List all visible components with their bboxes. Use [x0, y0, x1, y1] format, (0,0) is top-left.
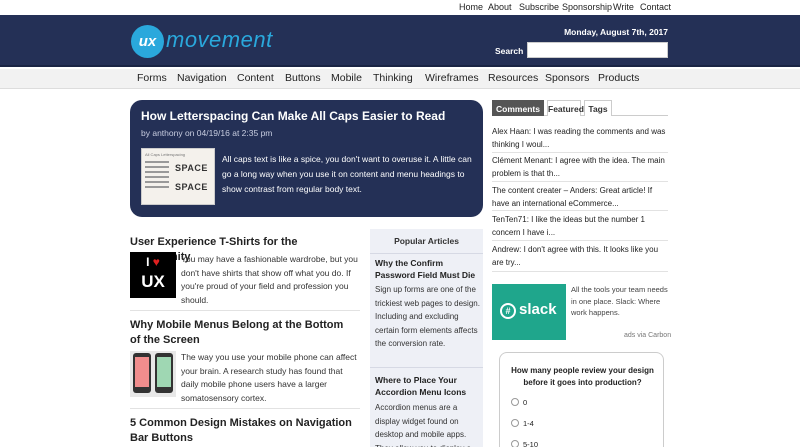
poll-option-label[interactable]: 5-10 [523, 440, 538, 447]
nav-item-content[interactable]: Content [237, 72, 274, 84]
tshirt-thumbnail[interactable]: I ♥ UX [130, 252, 176, 298]
tab-comments[interactable]: Comments [492, 100, 544, 116]
slack-ad-image[interactable]: # slack [492, 284, 566, 340]
comment-item[interactable]: The content creater – Anders: Great arti… [492, 185, 670, 210]
featured-excerpt: All caps text is like a spice, you don't… [222, 154, 472, 194]
phone-image [155, 353, 173, 393]
popular-item-excerpt: Accordion menus are a display widget fou… [375, 403, 471, 447]
popular-item-title[interactable]: Why the Confirm Password Field Must Die [375, 257, 480, 281]
nav-item-navigation[interactable]: Navigation [177, 72, 227, 84]
tab-featured[interactable]: Featured [547, 100, 584, 116]
nav-item-resources[interactable]: Resources [488, 72, 538, 84]
popular-articles: Popular Articles Why the Confirm Passwor… [370, 229, 483, 447]
topnav-subscribe-link[interactable]: Subscribe [519, 2, 559, 12]
current-date: Monday, August 7th, 2017 [564, 27, 668, 37]
main-nav: Forms Navigation Content Buttons Mobile … [0, 69, 800, 89]
topnav-sponsorship-link[interactable]: Sponsorship [562, 2, 612, 12]
slack-wordmark: slack [519, 301, 557, 318]
poll-radio[interactable] [511, 419, 519, 427]
article-divider [130, 310, 360, 311]
logo-text[interactable]: movement [166, 27, 273, 53]
nav-item-mobile[interactable]: Mobile [331, 72, 362, 84]
phone-image [133, 353, 151, 393]
sidebar-tabs: Comments Featured Tags [492, 100, 668, 116]
poll-question: How many people review your design befor… [511, 366, 654, 387]
article-title[interactable]: 5 Common Design Mistakes on Navigation B… [130, 416, 355, 446]
nav-item-sponsors[interactable]: Sponsors [545, 72, 589, 84]
article-title[interactable]: Why Mobile Menus Belong at the Bottom of… [130, 318, 355, 348]
poll-radio[interactable] [511, 398, 519, 406]
topnav-write-link[interactable]: Write [613, 2, 634, 12]
popular-item-excerpt: Sign up forms are one of the trickiest w… [375, 285, 480, 348]
popular-item-title[interactable]: Where to Place Your Accordion Menu Icons [375, 374, 480, 398]
thumbnail-lines [145, 161, 169, 191]
mobile-menu-thumbnail[interactable] [130, 351, 176, 397]
logo-badge[interactable]: ux [131, 25, 164, 58]
popular-divider [370, 253, 483, 254]
article-divider [130, 408, 360, 409]
poll-radio[interactable] [511, 440, 519, 447]
article-excerpt: You may have a fashionable wardrobe, but… [181, 254, 358, 305]
nav-item-buttons[interactable]: Buttons [285, 72, 321, 84]
comment-divider [492, 152, 668, 153]
featured-title[interactable]: How Letterspacing Can Make All Caps Easi… [141, 109, 445, 123]
topnav-home-link[interactable]: Home [459, 2, 483, 12]
site-header [0, 15, 800, 67]
comment-item[interactable]: Alex Haan: I was reading the comments an… [492, 126, 670, 151]
comment-divider [492, 181, 668, 182]
ad-text[interactable]: All the tools your team needs in one pla… [571, 284, 671, 319]
thumbnail-heading: All Caps Letterspacing [145, 152, 186, 157]
featured-meta: by anthony on 04/19/16 at 2:35 pm [141, 128, 273, 138]
comment-item[interactable]: TenTen71: I like the ideas but the numbe… [492, 214, 670, 239]
nav-item-products[interactable]: Products [598, 72, 639, 84]
ad-via-link[interactable]: ads via Carbon [624, 332, 671, 339]
search-label: Search [495, 46, 524, 56]
nav-item-wireframes[interactable]: Wireframes [425, 72, 479, 84]
comment-item[interactable]: Clément Menant: I agree with the idea. T… [492, 155, 670, 180]
thumbnail-word-spaced: SPACE [175, 182, 208, 192]
poll-option-label[interactable]: 0 [523, 398, 527, 407]
heart-icon: ♥ [152, 255, 160, 269]
featured-thumbnail[interactable]: All Caps Letterspacing SPACE SPACE [141, 148, 215, 205]
poll-option-label[interactable]: 1-4 [523, 419, 534, 428]
nav-item-thinking[interactable]: Thinking [373, 72, 413, 84]
topnav-about-link[interactable]: About [488, 2, 512, 12]
article-excerpt: The way you use your mobile phone can af… [181, 352, 357, 403]
topnav-contact-link[interactable]: Contact [640, 2, 671, 12]
popular-heading: Popular Articles [394, 236, 459, 246]
thumbnail-word: SPACE [175, 163, 208, 173]
popular-divider [370, 367, 483, 368]
search-input[interactable] [527, 42, 668, 58]
comment-divider [492, 240, 668, 241]
nav-item-forms[interactable]: Forms [137, 72, 167, 84]
tshirt-line-one: I ♥ [146, 255, 160, 269]
tab-tags[interactable]: Tags [584, 100, 612, 116]
top-utility-bar: Home About Subscribe Sponsorship Write C… [0, 0, 800, 15]
slack-hash-icon: # [500, 303, 516, 319]
comment-divider [492, 210, 668, 211]
tshirt-line-two: UX [141, 272, 165, 291]
poll-widget: How many people review your design befor… [499, 352, 664, 447]
comment-divider [492, 271, 668, 272]
featured-article: How Letterspacing Can Make All Caps Easi… [130, 100, 483, 217]
comment-item[interactable]: Andrew: I don't agree with this. It look… [492, 244, 670, 269]
